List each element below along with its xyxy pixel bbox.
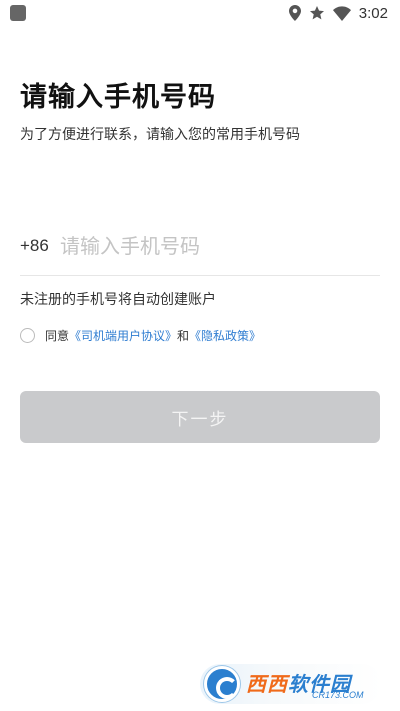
phone-input-divider xyxy=(20,275,380,276)
privacy-policy-link[interactable]: 《隐私政策》 xyxy=(189,327,261,344)
notification-app-icon xyxy=(10,5,26,21)
agree-checkbox[interactable] xyxy=(20,327,35,343)
watermark-logo-icon xyxy=(204,666,240,702)
watermark-domain: CR173.COM xyxy=(312,690,364,700)
page-title: 请输入手机号码 xyxy=(20,82,216,113)
register-hint: 未注册的手机号将自动创建账户 xyxy=(20,292,216,308)
page-subtitle: 为了方便进行联系，请输入您的常用手机号码 xyxy=(20,127,300,143)
star-icon xyxy=(309,5,325,21)
agreement-row: 同意 《司机端用户协议》 和 《隐私政策》 xyxy=(20,326,261,344)
wifi-icon xyxy=(332,5,351,21)
watermark: 西西软件园 CR173.COM xyxy=(200,664,382,704)
status-bar: 3:02 xyxy=(0,0,400,26)
status-time: 3:02 xyxy=(358,4,388,22)
next-button[interactable]: 下一步 xyxy=(20,391,380,443)
phone-input-row: +86 xyxy=(20,228,380,264)
driver-agreement-link[interactable]: 《司机端用户协议》 xyxy=(69,327,177,344)
country-code[interactable]: +86 xyxy=(20,236,60,256)
phone-input[interactable] xyxy=(60,228,360,264)
agreement-prefix: 同意 xyxy=(45,328,70,343)
agreement-conjunction: 和 xyxy=(177,328,190,343)
watermark-brand-part1: 西西 xyxy=(246,672,288,696)
location-icon xyxy=(288,5,301,21)
status-icons: 3:02 xyxy=(288,3,388,23)
